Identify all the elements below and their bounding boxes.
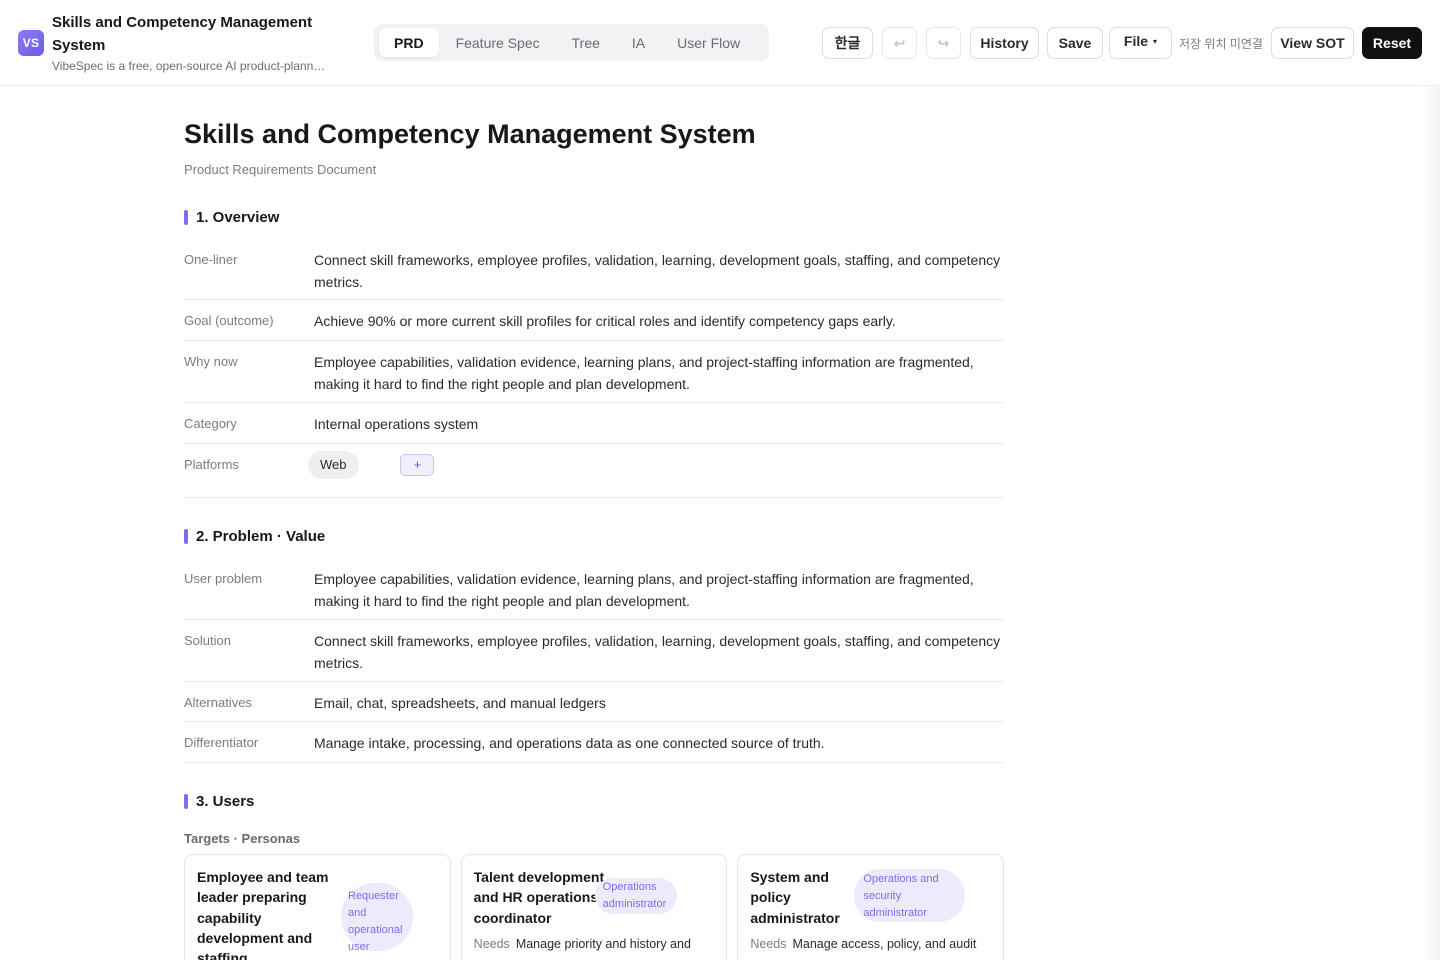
- add-platform-button[interactable]: +: [400, 454, 435, 477]
- storage-status: 저장 위치 미연결: [1179, 37, 1263, 51]
- tab-prd[interactable]: PRD: [379, 28, 439, 57]
- redo-icon: ↪: [937, 34, 950, 51]
- undo-button[interactable]: ↩: [882, 27, 917, 59]
- field-row-solution: Solution Connect skill frameworks, emplo…: [184, 620, 1004, 682]
- page-title: Skills and Competency Management System: [184, 119, 756, 149]
- field-row-why-now: Why now Employee capabilities, validatio…: [184, 341, 1004, 403]
- right-edge-shadow: [1422, 87, 1440, 960]
- save-button[interactable]: Save: [1047, 27, 1103, 59]
- app-logo: VS: [18, 30, 44, 56]
- field-row-platforms: Platforms Web +: [184, 444, 1004, 498]
- app-header: VS Skills and Competency Management Syst…: [0, 0, 1440, 86]
- persona-role-badge: Requester and operational user: [341, 883, 413, 953]
- needs-label: Needs: [750, 937, 787, 951]
- platform-chip[interactable]: Web: [308, 451, 359, 479]
- field-value-goal[interactable]: Achieve 90% or more current skill profil…: [314, 310, 1004, 340]
- tab-tree[interactable]: Tree: [557, 28, 615, 57]
- field-label: Differentiator: [184, 735, 259, 750]
- app-title: Skills and Competency Management System: [52, 14, 313, 54]
- persona-needs: Needs Manage priority and history and: [474, 934, 691, 954]
- needs-text: Manage access, policy, and audit: [792, 937, 977, 951]
- section-heading-overview: 1. Overview: [184, 209, 279, 227]
- field-label: User problem: [184, 571, 263, 586]
- view-sot-button[interactable]: View SOT: [1271, 27, 1354, 59]
- tab-ia[interactable]: IA: [617, 28, 660, 57]
- language-toggle-button[interactable]: 한글: [822, 27, 873, 59]
- needs-text: Manage priority and history and: [515, 937, 691, 951]
- field-row-category: Category Internal operations system: [184, 403, 1004, 444]
- file-menu-button[interactable]: File ▾: [1109, 27, 1172, 59]
- view-tabs: PRD Feature Spec Tree IA User Flow: [374, 24, 769, 61]
- field-value-differentiator[interactable]: Manage intake, processing, and operation…: [314, 732, 1004, 762]
- field-value-one-liner[interactable]: Connect skill frameworks, employee profi…: [314, 249, 1004, 299]
- chevron-down-icon: ▾: [1153, 37, 1158, 46]
- field-label: One-liner: [184, 252, 238, 267]
- targets-personas-label: Targets · Personas: [184, 831, 301, 846]
- persona-role-badge: Operations administrator: [594, 878, 677, 914]
- field-value-solution[interactable]: Connect skill frameworks, employee profi…: [314, 630, 1004, 681]
- undo-icon: ↩: [893, 34, 906, 51]
- field-row-goal: Goal (outcome) Achieve 90% or more curre…: [184, 300, 1004, 341]
- persona-card[interactable]: System and policy administrator Operatio…: [737, 854, 1005, 960]
- overview-fields: One-liner Connect skill frameworks, empl…: [184, 249, 1004, 498]
- platform-chips: Web +: [308, 451, 1004, 497]
- persona-title: Talent development and HR operations coo…: [473, 869, 605, 926]
- field-value-user-problem[interactable]: Employee capabilities, validation eviden…: [314, 568, 1004, 619]
- tab-user-flow[interactable]: User Flow: [662, 28, 755, 57]
- persona-title: System and policy administrator: [750, 869, 840, 926]
- field-value-category[interactable]: Internal operations system: [314, 413, 1004, 443]
- field-label: Alternatives: [184, 695, 252, 710]
- field-row-differentiator: Differentiator Manage intake, processing…: [184, 722, 1004, 763]
- field-label: Goal (outcome): [184, 313, 274, 328]
- field-value-why-now[interactable]: Employee capabilities, validation eviden…: [314, 351, 1004, 402]
- persona-card[interactable]: Employee and team leader preparing capab…: [184, 854, 451, 960]
- section-heading-problem-value: 2. Problem · Value: [184, 528, 325, 546]
- needs-label: Needs: [473, 937, 510, 951]
- field-row-user-problem: User problem Employee capabilities, vali…: [184, 568, 1004, 620]
- history-button[interactable]: History: [970, 27, 1039, 59]
- field-value-alternatives[interactable]: Email, chat, spreadsheets, and manual le…: [314, 692, 1004, 721]
- persona-needs: Needs Manage access, policy, and audit: [750, 934, 976, 954]
- problem-fields: User problem Employee capabilities, vali…: [184, 568, 1004, 763]
- section-heading-users: 3. Users: [184, 793, 254, 811]
- field-label: Category: [184, 416, 237, 431]
- persona-cards: Employee and team leader preparing capab…: [184, 854, 1005, 960]
- persona-card[interactable]: Talent development and HR operations coo…: [460, 854, 728, 960]
- field-row-one-liner: One-liner Connect skill frameworks, empl…: [184, 249, 1004, 300]
- redo-button[interactable]: ↪: [926, 27, 961, 59]
- tab-feature-spec[interactable]: Feature Spec: [441, 28, 555, 57]
- field-label: Solution: [184, 633, 231, 648]
- page-subtitle: Product Requirements Document: [184, 162, 377, 177]
- field-label: Why now: [184, 354, 238, 369]
- persona-role-badge: Operations and security administrator: [854, 869, 966, 922]
- reset-button[interactable]: Reset: [1362, 27, 1422, 59]
- field-row-alternatives: Alternatives Email, chat, spreadsheets, …: [184, 682, 1004, 722]
- file-menu-label: File: [1123, 33, 1149, 49]
- persona-title: Employee and team leader preparing capab…: [197, 869, 329, 960]
- app-subtitle: VibeSpec is a free, open-source AI produ…: [52, 59, 327, 73]
- field-label: Platforms: [184, 457, 239, 472]
